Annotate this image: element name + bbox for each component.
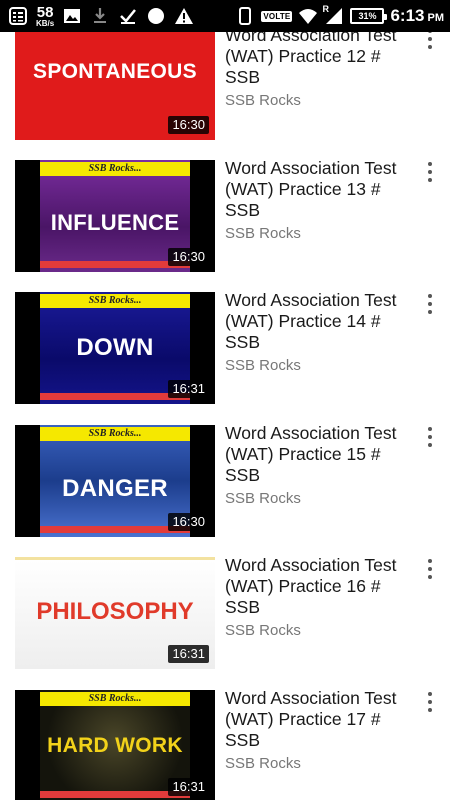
video-duration: 16:30 bbox=[168, 248, 209, 266]
video-duration: 16:30 bbox=[168, 513, 209, 531]
more-options-button[interactable] bbox=[418, 687, 442, 717]
notification-menu-icon bbox=[8, 6, 28, 26]
video-title[interactable]: Word Association Test (WAT) Practice 13 … bbox=[225, 158, 410, 221]
thumbnail-word: DANGER bbox=[62, 475, 168, 502]
wifi-icon bbox=[298, 6, 318, 26]
check-icon bbox=[118, 6, 138, 26]
channel-name[interactable]: SSB Rocks bbox=[225, 357, 301, 374]
network-speed: 58 KB/s bbox=[36, 5, 54, 28]
video-thumbnail[interactable]: PHILOSOPHY 16:31 bbox=[15, 557, 215, 669]
clock: 6:13 PM bbox=[390, 6, 444, 26]
more-options-button[interactable] bbox=[418, 554, 442, 584]
network-speed-value: 58 bbox=[36, 3, 54, 21]
gallery-icon bbox=[62, 6, 82, 26]
warning-icon bbox=[174, 6, 194, 26]
video-title[interactable]: Word Association Test (WAT) Practice 15 … bbox=[225, 423, 410, 486]
video-thumbnail[interactable]: SSB Rocks... DOWN 16:31 bbox=[15, 292, 215, 404]
thumbnail-word: SPONTANEOUS bbox=[33, 60, 197, 83]
video-duration: 16:31 bbox=[168, 645, 209, 663]
circle-icon bbox=[146, 6, 166, 26]
thumbnail-word: INFLUENCE bbox=[50, 210, 180, 235]
roaming-indicator: R bbox=[322, 4, 329, 14]
thumbnail-banner: SSB Rocks... bbox=[40, 294, 190, 308]
clock-time: 6:13 bbox=[390, 6, 425, 25]
channel-name[interactable]: SSB Rocks bbox=[225, 92, 301, 109]
status-bar: 58 KB/s VOLTE R 31% 6:13 PM bbox=[0, 0, 450, 32]
video-duration: 16:31 bbox=[168, 380, 209, 398]
video-item[interactable]: SSB Rocks... DANGER 16:30 Word Associati… bbox=[0, 423, 450, 555]
video-item[interactable]: SSB Rocks... DOWN 16:31 Word Association… bbox=[0, 290, 450, 422]
thumbnail-word: PHILOSOPHY bbox=[36, 598, 194, 625]
thumbnail-word: HARD WORK bbox=[47, 734, 183, 757]
signal-icon: R bbox=[322, 4, 344, 26]
channel-name[interactable]: SSB Rocks bbox=[225, 225, 301, 242]
video-title[interactable]: Word Association Test (WAT) Practice 16 … bbox=[225, 555, 410, 618]
video-title[interactable]: Word Association Test (WAT) Practice 17 … bbox=[225, 688, 410, 751]
more-options-button[interactable] bbox=[418, 422, 442, 452]
network-speed-unit: KB/s bbox=[36, 18, 55, 28]
battery-indicator: 31% bbox=[350, 8, 388, 24]
battery-level: 31% bbox=[358, 11, 377, 21]
video-item[interactable]: SSB Rocks... INFLUENCE 16:30 Word Associ… bbox=[0, 158, 450, 290]
video-thumbnail[interactable]: SSB Rocks... HARD WORK 16:31 bbox=[15, 690, 215, 800]
thumbnail-banner: SSB Rocks... bbox=[40, 162, 190, 176]
channel-name[interactable]: SSB Rocks bbox=[225, 755, 301, 772]
video-title[interactable]: Word Association Test (WAT) Practice 12 … bbox=[225, 25, 410, 88]
volte-badge: VOLTE bbox=[261, 10, 293, 22]
more-options-button[interactable] bbox=[418, 157, 442, 187]
video-feed[interactable]: SPONTANEOUS 16:30 Word Association Test … bbox=[0, 0, 450, 800]
video-duration: 16:31 bbox=[168, 778, 209, 796]
video-thumbnail[interactable]: SPONTANEOUS 16:30 bbox=[15, 28, 215, 140]
clock-ampm: PM bbox=[427, 12, 445, 24]
channel-name[interactable]: SSB Rocks bbox=[225, 622, 301, 639]
video-duration: 16:30 bbox=[168, 116, 209, 134]
more-options-button[interactable] bbox=[418, 289, 442, 319]
video-thumbnail[interactable]: SSB Rocks... DANGER 16:30 bbox=[15, 425, 215, 537]
video-item[interactable]: SSB Rocks... HARD WORK 16:31 Word Associ… bbox=[0, 688, 450, 800]
video-title[interactable]: Word Association Test (WAT) Practice 14 … bbox=[225, 290, 410, 353]
thumbnail-banner: SSB Rocks... bbox=[40, 692, 190, 706]
download-icon bbox=[90, 6, 110, 26]
channel-name[interactable]: SSB Rocks bbox=[225, 490, 301, 507]
video-item[interactable]: PHILOSOPHY 16:31 Word Association Test (… bbox=[0, 555, 450, 687]
thumbnail-banner: SSB Rocks... bbox=[40, 427, 190, 441]
thumbnail-word: DOWN bbox=[76, 334, 154, 361]
video-thumbnail[interactable]: SSB Rocks... INFLUENCE 16:30 bbox=[15, 160, 215, 272]
phone-icon bbox=[235, 6, 255, 26]
